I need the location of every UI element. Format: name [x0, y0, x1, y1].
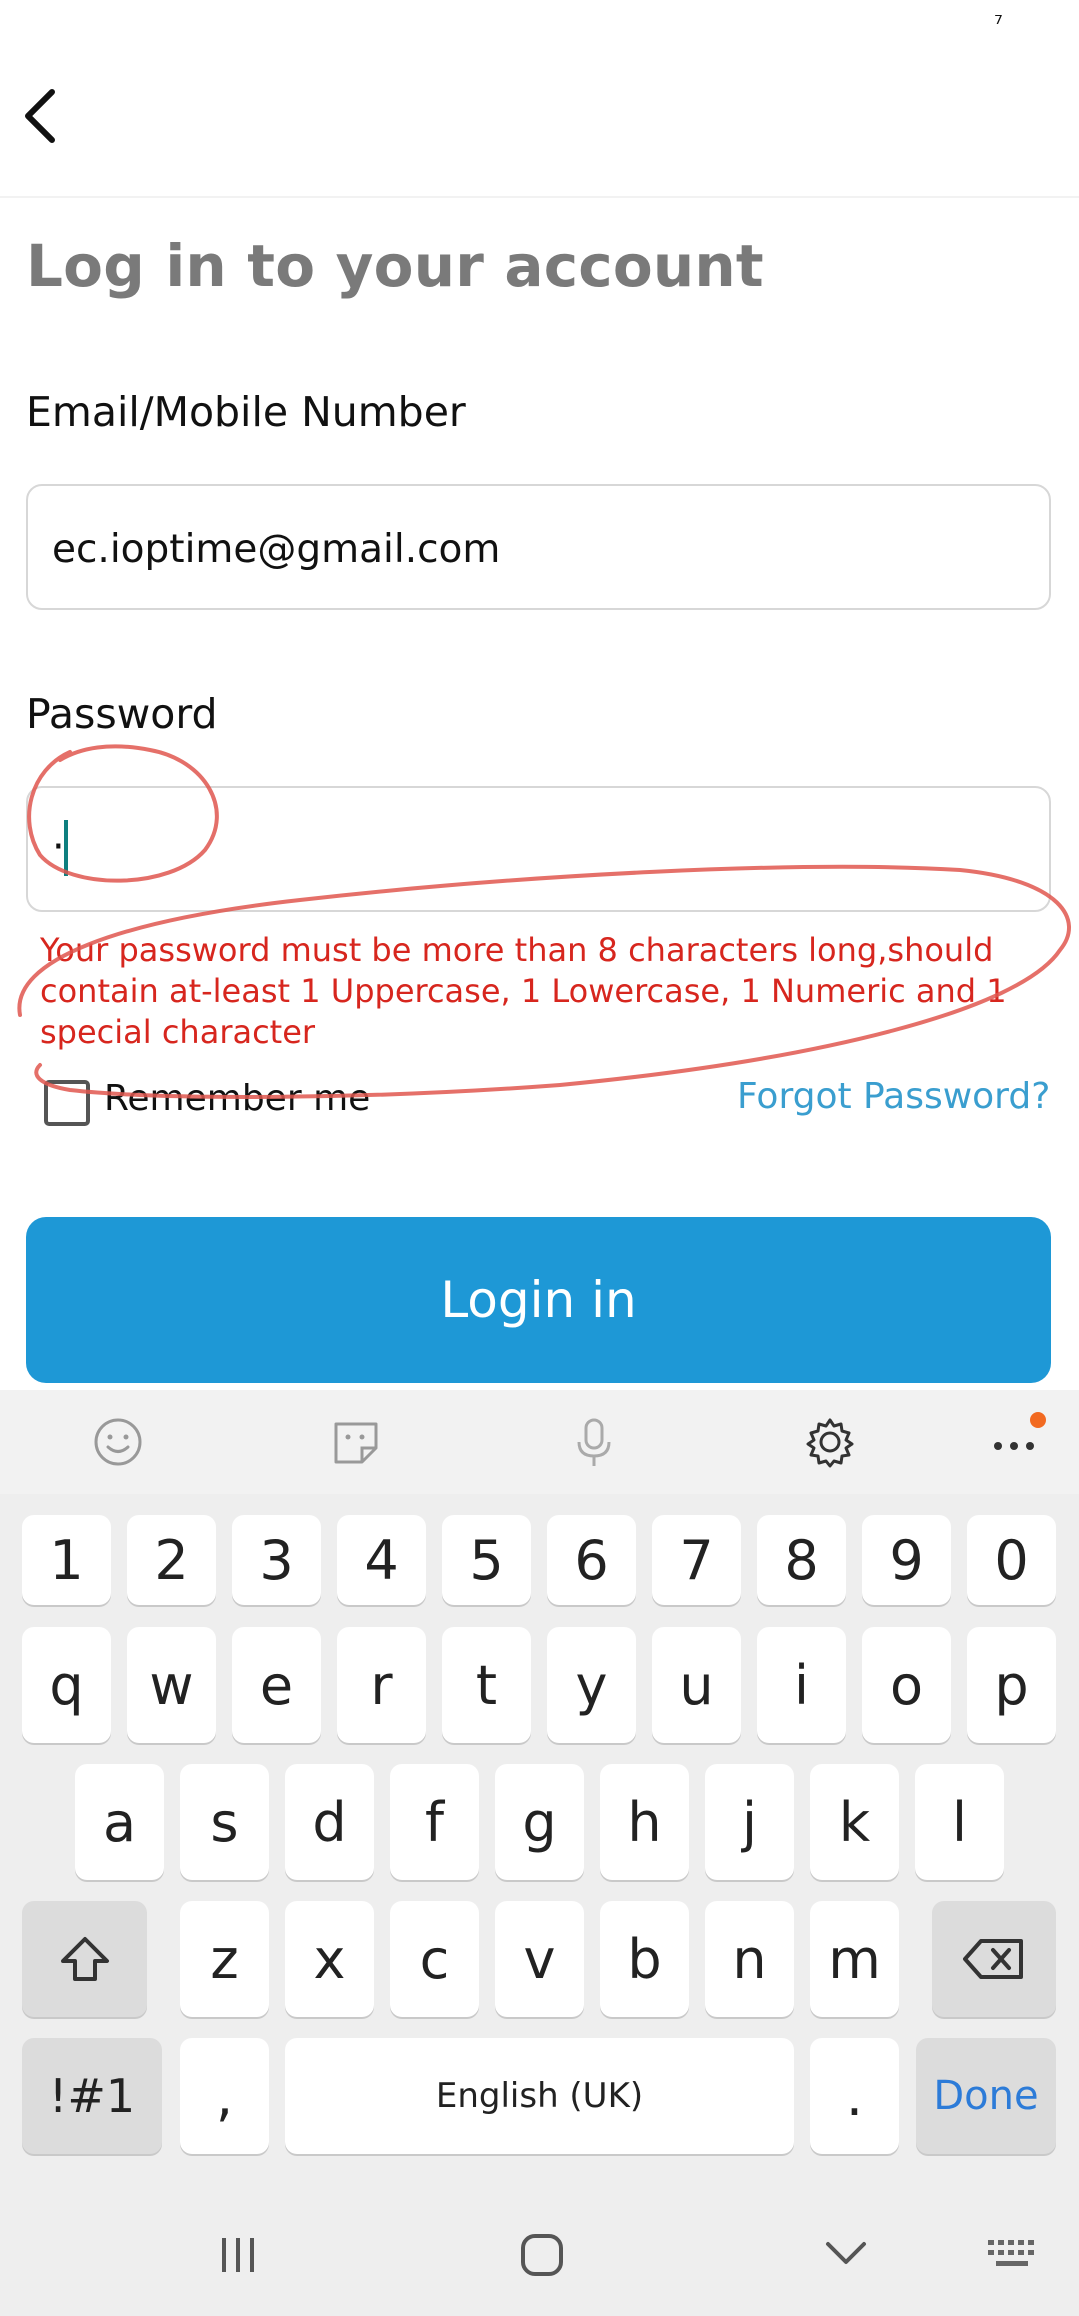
- key-t[interactable]: t: [442, 1627, 531, 1743]
- header-divider: [0, 196, 1079, 198]
- key-a[interactable]: a: [75, 1764, 164, 1880]
- shift-icon: [60, 1937, 109, 1981]
- key-4[interactable]: 4: [337, 1515, 426, 1605]
- key-y[interactable]: y: [547, 1627, 636, 1743]
- space-key[interactable]: English (UK): [285, 2038, 794, 2154]
- chevron-down-icon: [826, 2242, 866, 2264]
- key-x[interactable]: x: [285, 1901, 374, 2017]
- key-e[interactable]: e: [232, 1627, 321, 1743]
- notification-dot: [1030, 1412, 1046, 1428]
- key-v[interactable]: v: [495, 1901, 584, 2017]
- key-z[interactable]: z: [180, 1901, 269, 2017]
- key-l[interactable]: l: [915, 1764, 1004, 1880]
- key-h[interactable]: h: [600, 1764, 689, 1880]
- comma-key[interactable]: ,: [180, 2038, 269, 2154]
- key-r[interactable]: r: [337, 1627, 426, 1743]
- key-j[interactable]: j: [705, 1764, 794, 1880]
- key-0[interactable]: 0: [967, 1515, 1056, 1605]
- key-n[interactable]: n: [705, 1901, 794, 2017]
- backspace-icon: [963, 1939, 1023, 1979]
- settings-icon[interactable]: [800, 1412, 860, 1472]
- backspace-key[interactable]: [932, 1901, 1056, 2017]
- key-i[interactable]: i: [757, 1627, 846, 1743]
- email-label: Email/Mobile Number: [26, 388, 466, 436]
- key-d[interactable]: d: [285, 1764, 374, 1880]
- password-value: ·: [52, 824, 65, 870]
- keyboard-toolbar: [0, 1390, 1079, 1494]
- microphone-icon[interactable]: [564, 1412, 624, 1472]
- keyboard-switch-button[interactable]: [984, 2236, 1040, 2272]
- key-8[interactable]: 8: [757, 1515, 846, 1605]
- key-1[interactable]: 1: [22, 1515, 111, 1605]
- keyboard-icon: [988, 2240, 1034, 2266]
- period-key[interactable]: .: [810, 2038, 899, 2154]
- home-button[interactable]: [515, 2228, 569, 2282]
- key-u[interactable]: u: [652, 1627, 741, 1743]
- symbols-key[interactable]: !#1: [22, 2038, 162, 2154]
- key-m[interactable]: m: [810, 1901, 899, 2017]
- password-field[interactable]: [26, 786, 1051, 912]
- key-6[interactable]: 6: [547, 1515, 636, 1605]
- key-c[interactable]: c: [390, 1901, 479, 2017]
- key-3[interactable]: 3: [232, 1515, 321, 1605]
- page-title: Log in to your account: [26, 232, 764, 300]
- key-q[interactable]: q: [22, 1627, 111, 1743]
- key-f[interactable]: f: [390, 1764, 479, 1880]
- shift-key[interactable]: [22, 1901, 147, 2017]
- login-button[interactable]: Login in: [26, 1217, 1051, 1383]
- forgot-password-link[interactable]: Forgot Password?: [737, 1076, 1050, 1117]
- sticker-icon[interactable]: [326, 1412, 386, 1472]
- key-g[interactable]: g: [495, 1764, 584, 1880]
- password-error-message: Your password must be more than 8 charac…: [40, 931, 1007, 1051]
- key-9[interactable]: 9: [862, 1515, 951, 1605]
- key-7[interactable]: 7: [652, 1515, 741, 1605]
- back-button[interactable]: [14, 80, 70, 152]
- key-k[interactable]: k: [810, 1764, 899, 1880]
- key-w[interactable]: w: [127, 1627, 216, 1743]
- home-icon: [521, 2234, 563, 2276]
- key-2[interactable]: 2: [127, 1515, 216, 1605]
- hide-keyboard-button[interactable]: [818, 2234, 874, 2274]
- password-label: Password: [26, 690, 218, 738]
- remember-me-checkbox[interactable]: [44, 1080, 90, 1126]
- recent-apps-icon: [222, 2238, 254, 2272]
- recent-apps-button[interactable]: [210, 2232, 266, 2278]
- top-bar: [0, 0, 1079, 196]
- key-b[interactable]: b: [600, 1901, 689, 2017]
- key-o[interactable]: o: [862, 1627, 951, 1743]
- text-caret: [64, 820, 68, 876]
- email-value: ec.ioptime@gmail.com: [52, 527, 501, 572]
- done-key[interactable]: Done: [916, 2038, 1056, 2154]
- key-p[interactable]: p: [967, 1627, 1056, 1743]
- key-5[interactable]: 5: [442, 1515, 531, 1605]
- emoji-icon[interactable]: [88, 1412, 148, 1472]
- chevron-left-icon: [25, 89, 55, 143]
- key-s[interactable]: s: [180, 1764, 269, 1880]
- remember-me-label[interactable]: Remember me: [104, 1078, 370, 1119]
- status-indicator: ⁷: [994, 12, 1003, 37]
